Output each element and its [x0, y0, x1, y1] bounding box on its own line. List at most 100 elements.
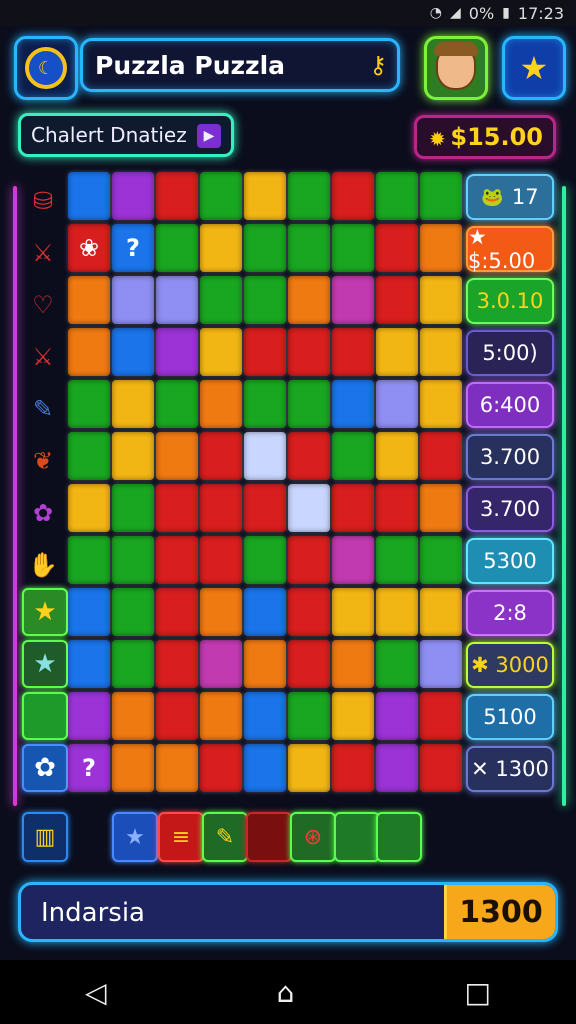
puzzle-piece[interactable]: [200, 276, 242, 324]
puzzle-piece[interactable]: [112, 172, 154, 220]
puzzle-piece[interactable]: [200, 484, 242, 532]
puzzle-piece[interactable]: [200, 692, 242, 740]
puzzle-piece[interactable]: [244, 432, 286, 480]
puzzle-piece[interactable]: [200, 432, 242, 480]
puzzle-piece[interactable]: [288, 224, 330, 272]
level-selector[interactable]: Chalert Dnatiez ▶: [18, 113, 234, 157]
puzzle-piece[interactable]: [156, 172, 198, 220]
puzzle-piece[interactable]: [376, 744, 418, 792]
puzzle-piece[interactable]: [244, 640, 286, 688]
puzzle-piece[interactable]: [68, 328, 110, 376]
bug-icon[interactable]: ⊛: [290, 812, 336, 862]
puzzle-piece[interactable]: [420, 224, 462, 272]
puzzle-piece[interactable]: [244, 276, 286, 324]
puzzle-piece[interactable]: [376, 380, 418, 428]
puzzle-piece[interactable]: [200, 224, 242, 272]
puzzle-piece[interactable]: [420, 640, 462, 688]
puzzle-piece[interactable]: [112, 276, 154, 324]
puzzle-piece[interactable]: [200, 172, 242, 220]
puzzle-piece[interactable]: [376, 484, 418, 532]
puzzle-piece[interactable]: [244, 692, 286, 740]
puzzle-piece[interactable]: [68, 588, 110, 636]
puzzle-piece[interactable]: [200, 380, 242, 428]
home-icon[interactable]: ⌂: [277, 976, 295, 1009]
puzzle-piece[interactable]: [332, 328, 374, 376]
puzzle-piece[interactable]: [376, 692, 418, 740]
puzzle-piece[interactable]: [156, 640, 198, 688]
puzzle-piece[interactable]: [288, 536, 330, 584]
heart-icon[interactable]: ♡: [26, 288, 60, 322]
puzzle-piece[interactable]: [156, 380, 198, 428]
puzzle-piece[interactable]: [332, 484, 374, 532]
key-icon[interactable]: ⚷: [369, 51, 387, 79]
star-icon[interactable]: ★: [22, 588, 68, 636]
puzzle-piece[interactable]: [156, 744, 198, 792]
puzzle-piece[interactable]: [376, 172, 418, 220]
puzzle-piece[interactable]: ❀: [68, 224, 110, 272]
pencil-icon[interactable]: ✎: [26, 392, 60, 426]
bucket-icon[interactable]: ⛁: [26, 184, 60, 218]
puzzle-piece[interactable]: [156, 224, 198, 272]
puzzle-piece[interactable]: [244, 588, 286, 636]
puzzle-piece[interactable]: [420, 536, 462, 584]
puzzle-piece[interactable]: [376, 276, 418, 324]
puzzle-piece[interactable]: [68, 692, 110, 740]
puzzle-piece[interactable]: [68, 536, 110, 584]
puzzle-piece[interactable]: [288, 172, 330, 220]
puzzle-piece[interactable]: [376, 328, 418, 376]
recent-apps-icon[interactable]: □: [464, 976, 490, 1009]
puzzle-piece[interactable]: [332, 536, 374, 584]
puzzle-piece[interactable]: [332, 640, 374, 688]
puzzle-piece[interactable]: [244, 484, 286, 532]
puzzle-piece[interactable]: [68, 484, 110, 532]
puzzle-piece[interactable]: [244, 172, 286, 220]
puzzle-piece[interactable]: [332, 432, 374, 480]
marker-icon[interactable]: ✎: [202, 812, 248, 862]
puzzle-piece[interactable]: [376, 536, 418, 584]
sword-icon[interactable]: ⚔: [26, 340, 60, 374]
puzzle-piece[interactable]: [68, 640, 110, 688]
blank-tile[interactable]: [246, 812, 292, 862]
puzzle-piece[interactable]: [68, 432, 110, 480]
puzzle-piece[interactable]: [244, 224, 286, 272]
puzzle-piece[interactable]: [288, 484, 330, 532]
puzzle-piece[interactable]: [112, 536, 154, 584]
puzzle-piece[interactable]: [420, 380, 462, 428]
puzzle-piece[interactable]: [112, 640, 154, 688]
badge-icon[interactable]: ✿: [22, 744, 68, 792]
puzzle-piece[interactable]: [156, 536, 198, 584]
puzzle-piece[interactable]: [288, 588, 330, 636]
puzzle-piece[interactable]: [156, 588, 198, 636]
puzzle-piece[interactable]: [200, 588, 242, 636]
puzzle-piece[interactable]: [332, 224, 374, 272]
play-arrow-icon[interactable]: ▶: [197, 124, 221, 148]
puzzle-piece[interactable]: [200, 744, 242, 792]
puzzle-piece[interactable]: [288, 692, 330, 740]
hand-icon[interactable]: ✋: [26, 548, 60, 582]
blank-tile[interactable]: [22, 692, 68, 740]
puzzle-piece[interactable]: [332, 588, 374, 636]
puzzle-piece[interactable]: [420, 328, 462, 376]
puzzle-piece[interactable]: [200, 536, 242, 584]
lizard-icon[interactable]: ❦: [26, 444, 60, 478]
puzzle-piece[interactable]: [420, 276, 462, 324]
puzzle-piece[interactable]: [376, 432, 418, 480]
star-icon[interactable]: ★: [22, 640, 68, 688]
puzzle-piece[interactable]: [68, 380, 110, 428]
puzzle-piece[interactable]: [288, 640, 330, 688]
avatar-button[interactable]: [424, 36, 488, 100]
puzzle-piece[interactable]: [112, 380, 154, 428]
puzzle-piece[interactable]: [420, 432, 462, 480]
cake-icon[interactable]: ≡: [158, 812, 204, 862]
puzzle-piece[interactable]: [420, 484, 462, 532]
puzzle-piece[interactable]: [332, 692, 374, 740]
puzzle-piece[interactable]: [420, 692, 462, 740]
puzzle-piece[interactable]: [420, 588, 462, 636]
puzzle-piece[interactable]: [112, 588, 154, 636]
puzzle-piece[interactable]: ?: [112, 224, 154, 272]
puzzle-piece[interactable]: [200, 328, 242, 376]
star-icon[interactable]: ★: [112, 812, 158, 862]
puzzle-piece[interactable]: [332, 276, 374, 324]
clock-button[interactable]: ☾: [14, 36, 78, 100]
puzzle-piece[interactable]: [288, 432, 330, 480]
